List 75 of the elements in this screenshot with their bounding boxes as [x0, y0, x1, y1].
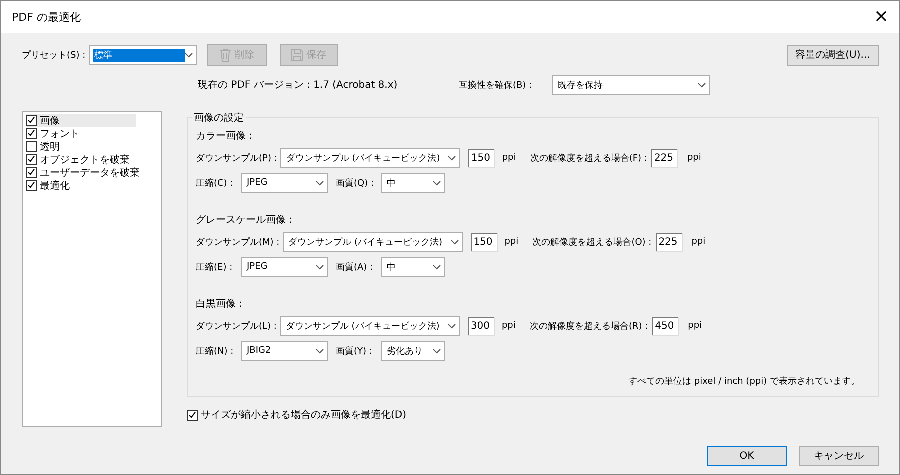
caret-icon: [316, 348, 324, 354]
group-title: 画像の設定: [192, 111, 246, 125]
pdf-version-text: 現在の PDF バージョン : 1.7 (Acrobat 8.x): [198, 80, 398, 91]
threshold-field[interactable]: 225: [656, 232, 683, 252]
audit-space-button[interactable]: 容量の調査(U)...: [787, 44, 879, 66]
unit-label: ppi: [692, 237, 706, 247]
ok-button[interactable]: OK: [707, 446, 787, 466]
checkbox[interactable]: [26, 167, 37, 178]
downsample-dropdown[interactable]: ダウンサンプル (バイキュービック法): [282, 232, 463, 252]
trash-icon: [218, 48, 232, 62]
caret-icon: [448, 156, 456, 160]
downsample-dropdown[interactable]: ダウンサンプル (バイキュービック法): [280, 316, 460, 336]
caret-icon: [433, 180, 441, 186]
units-note: すべての単位は pixel / inch (ppi) で表示されています。: [628, 376, 860, 388]
checkbox[interactable]: [26, 141, 37, 152]
panel-list-item[interactable]: 画像: [26, 114, 136, 127]
compression-label: 圧縮(N) :: [196, 346, 235, 358]
threshold-label: 次の解像度を超える場合(O) :: [532, 236, 652, 248]
window-title: PDF の最適化: [12, 10, 81, 24]
quality-dropdown[interactable]: 中: [381, 173, 445, 193]
panel-list-item[interactable]: 最適化: [26, 179, 136, 192]
checkbox[interactable]: [26, 115, 37, 126]
compression-dropdown[interactable]: JPEG: [241, 257, 328, 277]
unit-label: ppi: [688, 321, 702, 331]
checkbox[interactable]: [187, 410, 198, 420]
downsample-label: ダウンサンプル(L) :: [196, 320, 277, 332]
threshold-label: 次の解像度を超える場合(R) :: [530, 320, 648, 332]
threshold-field[interactable]: 225: [651, 148, 678, 168]
quality-label: 画質(A) :: [336, 262, 374, 274]
caret-icon: [433, 348, 441, 354]
panel-list-item[interactable]: フォント: [26, 127, 136, 140]
caret-icon: [698, 82, 706, 88]
section-title: グレースケール画像 :: [196, 214, 293, 227]
quality-dropdown[interactable]: 中: [381, 257, 445, 277]
quality-label: 画質(Q) :: [336, 178, 375, 190]
downsample-dropdown[interactable]: ダウンサンプル (バイキュービック法): [280, 148, 460, 168]
checkbox[interactable]: [26, 154, 37, 165]
threshold-field[interactable]: 450: [652, 316, 680, 336]
resolution-field[interactable]: 300: [468, 316, 495, 336]
compression-dropdown[interactable]: JBIG2: [241, 341, 328, 361]
caret-icon: [316, 264, 324, 270]
section-title: カラー画像 :: [196, 130, 253, 143]
compression-label: 圧縮(C) :: [196, 178, 234, 190]
preset-dropdown[interactable]: 標準: [88, 45, 197, 65]
cancel-button[interactable]: キャンセル: [799, 446, 879, 466]
close-button[interactable]: ×: [874, 8, 889, 26]
unit-label: ppi: [502, 321, 517, 331]
unit-label: ppi: [504, 237, 520, 247]
caret-icon: [448, 324, 456, 328]
downsample-label: ダウンサンプル(P) :: [196, 152, 278, 164]
caret-icon: [433, 264, 441, 270]
checkbox[interactable]: [26, 180, 37, 191]
caret-icon: [184, 52, 193, 58]
panel-list-item[interactable]: ユーザーデータを破棄: [26, 166, 140, 179]
preset-label: プリセット(S) :: [22, 49, 86, 62]
quality-label: 画質(Y) :: [336, 346, 374, 358]
panel-list-item[interactable]: 透明: [26, 140, 136, 153]
threshold-label: 次の解像度を超える場合(F) :: [530, 152, 648, 164]
downsample-label: ダウンサンプル(M) :: [196, 236, 280, 248]
unit-label: ppi: [687, 153, 702, 163]
compression-label: 圧縮(E) :: [196, 262, 234, 274]
caret-icon: [450, 240, 459, 244]
quality-dropdown[interactable]: 劣化あり: [381, 341, 445, 361]
section-title: 白黒画像 :: [196, 298, 243, 311]
resolution-field[interactable]: 150: [470, 232, 498, 252]
compatibility-label: 互換性を確保(B) :: [459, 80, 534, 92]
caret-icon: [316, 180, 324, 186]
compression-dropdown[interactable]: JPEG: [241, 173, 328, 193]
unit-label: ppi: [502, 153, 518, 163]
compatibility-dropdown[interactable]: 既存を保持: [552, 75, 710, 95]
checkbox[interactable]: [26, 128, 37, 139]
shrink-only-label: サイズが縮小される場合のみ画像を最適化(D): [201, 408, 407, 422]
floppy-icon: [290, 48, 304, 62]
resolution-field[interactable]: 150: [468, 148, 496, 168]
panel-list-item[interactable]: オブジェクトを破棄: [26, 153, 136, 166]
